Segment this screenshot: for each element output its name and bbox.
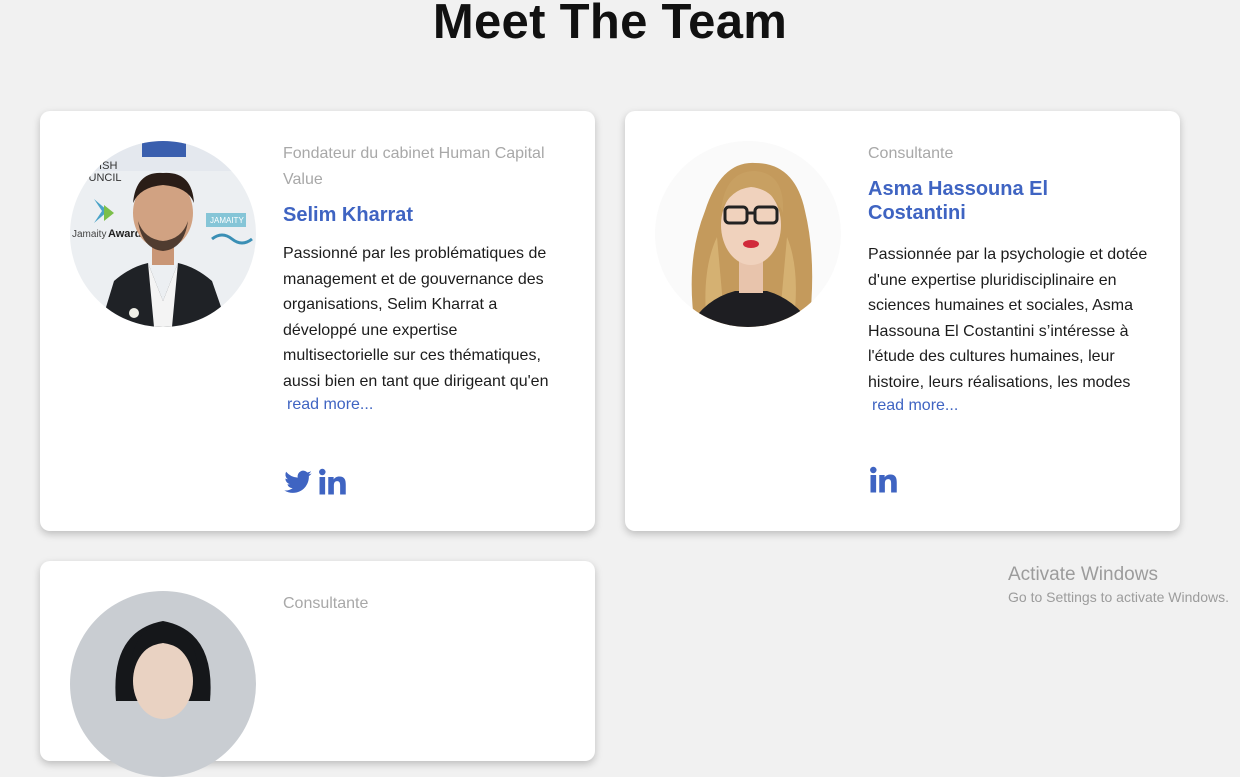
read-more-link[interactable]: read more... [287,394,373,416]
linkedin-icon[interactable] [868,465,898,495]
linkedin-icon[interactable] [317,467,347,497]
windows-activation-watermark: Activate Windows Go to Settings to activ… [1008,563,1240,607]
social-links [283,467,347,497]
watermark-title: Activate Windows [1008,564,1158,585]
photo-text-council: COUNCIL [72,172,122,184]
svg-text:Jamaity: Jamaity [72,229,106,240]
page-title: Meet The Team [432,0,788,49]
member-bio: Passionné par les problématiques de mana… [283,245,549,390]
twitter-icon[interactable] [283,467,313,497]
member-role: Fondateur du cabinet Human Capital Value [283,145,545,188]
member-name[interactable]: Asma Hassouna El Costantini [868,177,1148,225]
social-links [868,465,898,495]
member-photo: BRITISH COUNCIL Jamaity Awards JAMAITY J… [70,141,256,327]
member-name[interactable]: Selim Kharrat [283,203,563,227]
member-role: Consultante [283,595,369,612]
member-photo [70,591,256,777]
photo-text-british: BRITISH [74,160,117,172]
watermark-subtitle: Go to Settings to activate Windows. [1008,589,1229,605]
read-more-link[interactable]: read more... [872,395,958,417]
member-role: Consultante [868,145,954,162]
member-bio: Passionnée par la psychologie et dotée d… [868,246,1148,391]
team-member-card: Consultante [40,561,595,777]
team-member-card: BRITISH COUNCIL Jamaity Awards JAMAITY J… [40,111,595,531]
member-photo [655,141,841,327]
team-member-card: Consultante Asma Hassouna El Costantini … [625,111,1180,531]
svg-text:JAMAITY: JAMAITY [210,216,244,225]
